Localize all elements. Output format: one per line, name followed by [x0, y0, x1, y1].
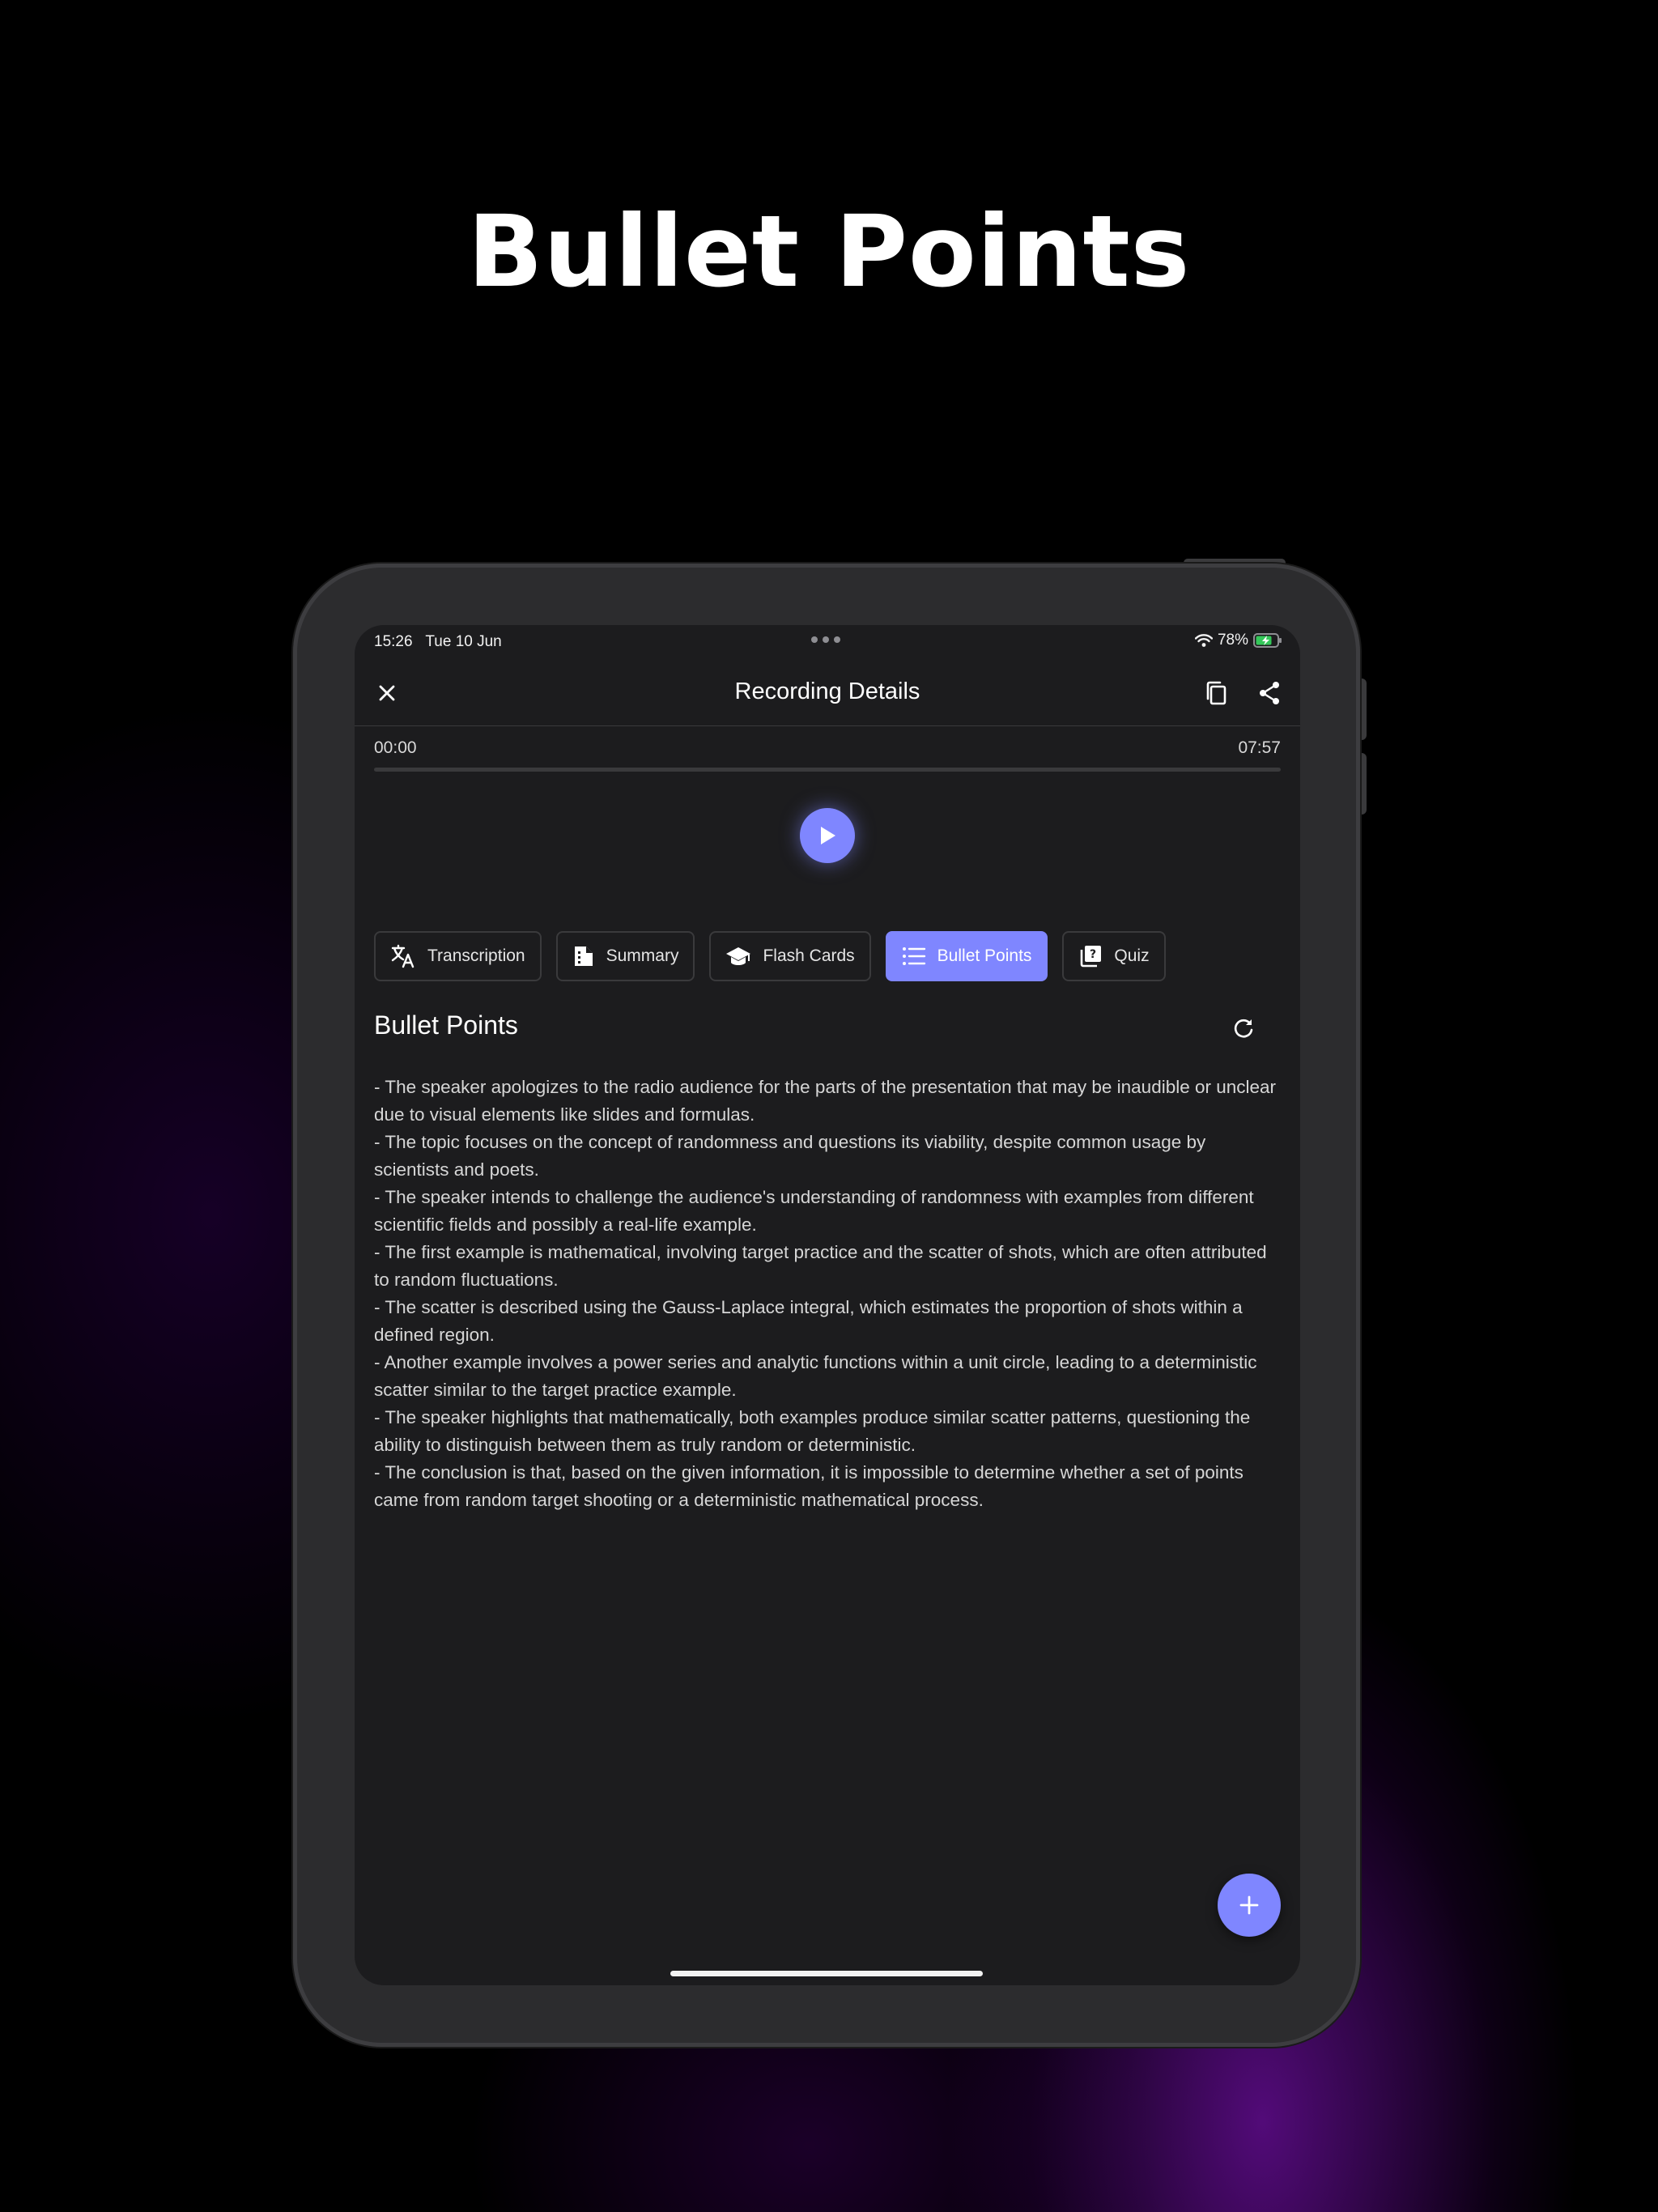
page-headline: Bullet Points [467, 194, 1191, 309]
quiz-icon: ? [1081, 946, 1102, 968]
tab-transcription-label: Transcription [427, 946, 525, 965]
translate-icon [391, 944, 414, 968]
svg-text:?: ? [1090, 948, 1096, 961]
status-date: Tue 10 Jun [425, 633, 502, 650]
bullet-item: - Another example involves a power serie… [374, 1352, 1257, 1400]
bullet-item: - The first example is mathematical, inv… [374, 1242, 1267, 1290]
app-screen: 15:26 Tue 10 Jun 78% Recording Details 0… [355, 625, 1300, 1985]
current-time: 00:00 [374, 738, 417, 757]
list-icon [902, 947, 925, 965]
content-tabs: Transcription Summary Flash Cards Bullet… [374, 931, 1166, 981]
copy-icon [1206, 681, 1226, 705]
share-icon [1260, 682, 1279, 704]
playback-times: 00:00 07:57 [374, 738, 1281, 758]
share-button[interactable] [1252, 675, 1287, 711]
bullet-points-content: - The speaker apologizes to the radio au… [374, 1074, 1284, 1514]
tab-flash-cards-label: Flash Cards [763, 946, 855, 965]
play-icon [821, 827, 835, 844]
bullet-item: - The conclusion is that, based on the g… [374, 1462, 1244, 1510]
multitasking-dots-icon[interactable] [811, 636, 840, 643]
tab-flash-cards[interactable]: Flash Cards [709, 931, 871, 981]
plus-icon [1239, 1895, 1259, 1915]
tab-transcription[interactable]: Transcription [374, 931, 542, 981]
regenerate-button[interactable] [1227, 1012, 1260, 1044]
home-indicator[interactable] [670, 1971, 983, 1976]
wifi-icon [1194, 634, 1213, 647]
status-time: 15:26 [374, 633, 413, 650]
bullet-item: - The speaker highlights that mathematic… [374, 1407, 1251, 1455]
status-time-date: 15:26 Tue 10 Jun [374, 633, 502, 651]
playback-slider[interactable] [374, 768, 1281, 772]
bullet-item: - The topic focuses on the concept of ra… [374, 1132, 1206, 1180]
total-duration: 07:57 [1238, 738, 1281, 757]
status-right: 78% [1194, 632, 1282, 649]
page-title: Recording Details [734, 678, 920, 704]
document-icon [574, 946, 593, 966]
battery-percent: 78% [1217, 632, 1248, 649]
navigation-bar: Recording Details [355, 661, 1300, 726]
play-button[interactable] [800, 808, 855, 863]
copy-button[interactable] [1198, 675, 1234, 711]
tab-summary[interactable]: Summary [555, 931, 695, 981]
status-bar: 15:26 Tue 10 Jun 78% [355, 625, 1300, 661]
bullet-item: - The speaker intends to challenge the a… [374, 1187, 1254, 1235]
section-title: Bullet Points [374, 1010, 518, 1040]
battery-charging-icon [1253, 633, 1282, 648]
tab-bullet-points[interactable]: Bullet Points [885, 931, 1048, 981]
refresh-icon [1234, 1019, 1253, 1038]
tab-bullet-points-label: Bullet Points [937, 946, 1032, 965]
bullet-item: - The speaker apologizes to the radio au… [374, 1077, 1277, 1125]
add-button[interactable] [1218, 1874, 1281, 1937]
tab-quiz-label: Quiz [1114, 946, 1150, 965]
tab-summary-label: Summary [606, 946, 679, 965]
tab-quiz[interactable]: ? Quiz [1062, 931, 1166, 981]
bullet-item: - The scatter is described using the Gau… [374, 1297, 1243, 1345]
graduation-cap-icon [726, 947, 751, 965]
